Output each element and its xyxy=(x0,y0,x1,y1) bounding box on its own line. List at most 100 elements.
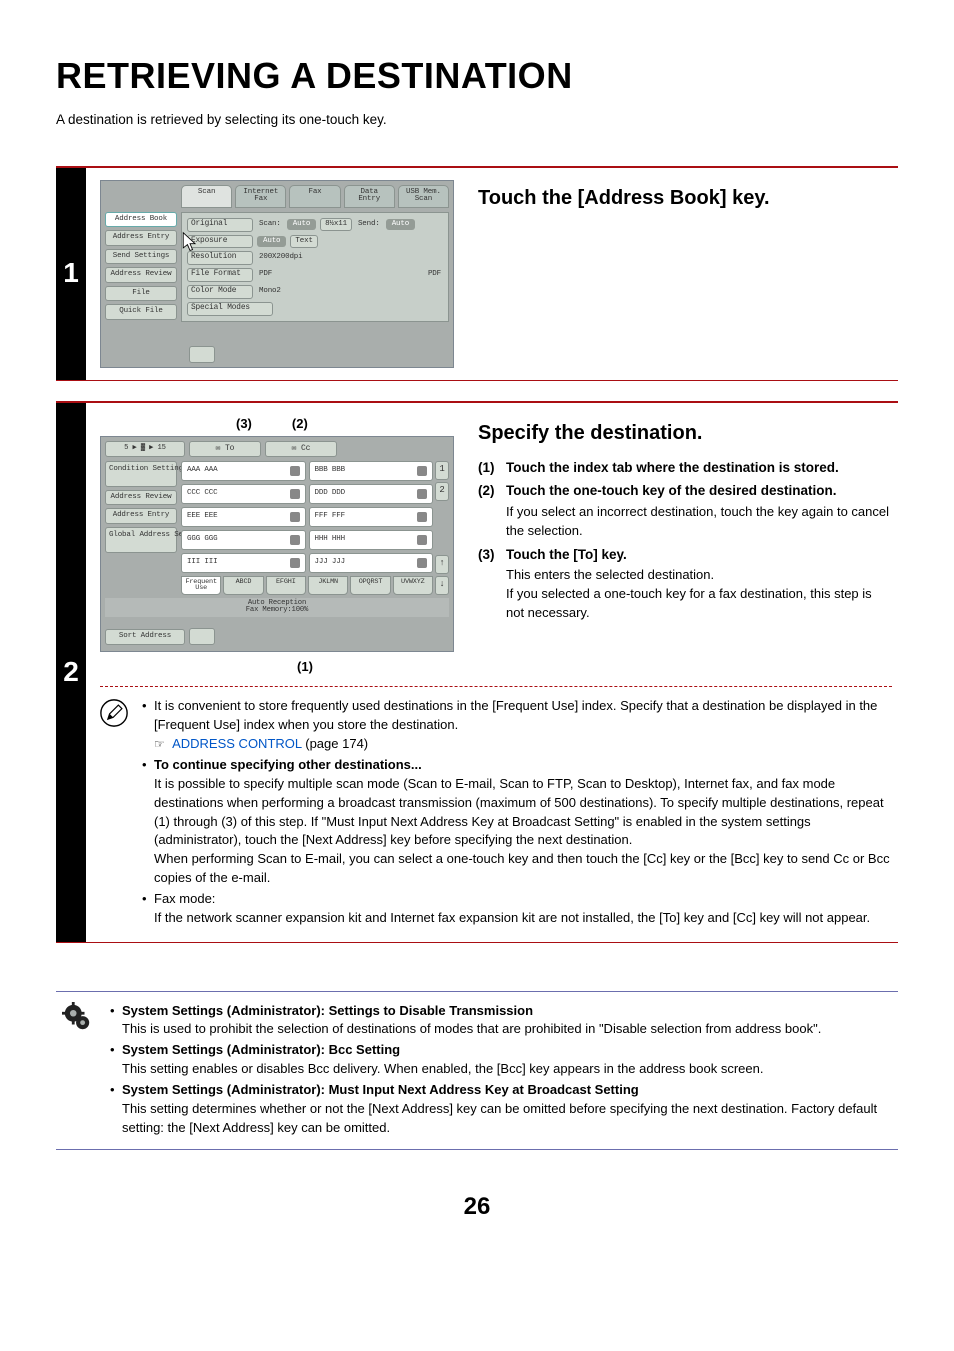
condition-settings-button[interactable]: Condition Settings xyxy=(105,461,177,487)
note-item-frequent: It is convenient to store frequently use… xyxy=(142,697,892,754)
quick-file-button[interactable]: Quick File xyxy=(105,304,177,320)
intro-text: A destination is retrieved by selecting … xyxy=(56,110,898,130)
mode-icon xyxy=(417,512,427,522)
address-entry[interactable]: BBB BBB xyxy=(309,461,434,481)
footnote-item: System Settings (Administrator): Setting… xyxy=(110,1002,898,1040)
cc-button[interactable]: ✉ Cc xyxy=(265,441,337,457)
gear-icon xyxy=(62,1002,92,1032)
instruction-item: (2)Touch the one-touch key of the desire… xyxy=(478,481,892,540)
pencil-icon xyxy=(100,699,128,727)
sort-address-button[interactable]: Sort Address xyxy=(105,629,185,645)
color-mode-label[interactable]: Color Mode xyxy=(187,285,253,299)
special-modes-button[interactable]: Special Modes xyxy=(187,302,273,316)
callout-2: (2) xyxy=(292,415,308,434)
mode-icon xyxy=(290,512,300,522)
cursor-icon xyxy=(181,231,199,253)
index-tab[interactable]: EFGHI xyxy=(266,576,306,596)
address-entry[interactable]: HHH HHH xyxy=(309,530,434,550)
index-tab[interactable]: ABCD xyxy=(223,576,263,596)
step-2-title: Specify the destination. xyxy=(478,419,892,448)
scroll-up-button[interactable]: ↑ xyxy=(435,555,449,574)
step-1-screenshot: Scan Internet Fax Fax Data Entry USB Mem… xyxy=(100,180,454,368)
file-button[interactable]: File xyxy=(105,286,177,302)
tab-scan[interactable]: Scan xyxy=(181,185,232,208)
address-review-button[interactable]: Address Review xyxy=(105,267,177,283)
scroll-down-button[interactable]: ↓ xyxy=(435,576,449,595)
pointer-icon: ☞ xyxy=(154,737,168,751)
address-entry[interactable]: CCC CCC xyxy=(181,484,306,504)
global-search-button[interactable]: Global Address Search xyxy=(105,527,177,553)
index-tab[interactable]: OPQRST xyxy=(350,576,390,596)
resolution-value: 200X200dpi xyxy=(257,252,305,264)
address-entry[interactable]: JJJ JJJ xyxy=(309,553,434,573)
send-settings-button[interactable]: Send Settings xyxy=(105,249,177,265)
page-number: 26 xyxy=(56,1190,898,1225)
footnote-item: System Settings (Administrator): Bcc Set… xyxy=(110,1041,898,1079)
breadcrumb-display: 5 ▶ ▓ ▶ 15 xyxy=(105,441,185,457)
exposure-text-value: Text xyxy=(290,235,317,249)
preview-button-2[interactable] xyxy=(189,628,215,645)
step-2: 2 (3) (2) 5 ▶ ▓ ▶ 15 ✉ To ✉ Cc Condition… xyxy=(56,401,898,943)
mode-icon xyxy=(290,558,300,568)
preview-button[interactable] xyxy=(189,346,215,363)
tab-data-entry[interactable]: Data Entry xyxy=(344,185,395,208)
status-fax-memory: Fax Memory:100% xyxy=(246,606,308,614)
step-2-screenshot: 5 ▶ ▓ ▶ 15 ✉ To ✉ Cc Condition Settings … xyxy=(100,436,454,652)
address-entry[interactable]: AAA AAA xyxy=(181,461,306,481)
address-grid: AAA AAABBB BBBCCC CCCDDD DDDEEE EEEFFF F… xyxy=(181,461,433,573)
scan-label: Scan: xyxy=(257,219,283,231)
page-title: RETRIEVING A DESTINATION xyxy=(56,50,898,102)
link-address-control[interactable]: ADDRESS CONTROL xyxy=(172,736,302,751)
scan-size-value: 8½x11 xyxy=(320,218,352,232)
address-entry-button-2[interactable]: Address Entry xyxy=(105,508,177,524)
mode-icon xyxy=(290,466,300,476)
step-1-title: Touch the [Address Book] key. xyxy=(478,184,892,213)
mode-icon xyxy=(417,466,427,476)
instruction-item: (3)Touch the [To] key.This enters the se… xyxy=(478,545,892,623)
send-auto-value: Auto xyxy=(386,219,415,231)
exposure-auto-value: Auto xyxy=(257,236,286,248)
note-item-continue: To continue specifying other destination… xyxy=(142,756,892,888)
tab-usb[interactable]: USB Mem. Scan xyxy=(398,185,449,208)
mode-icon xyxy=(417,535,427,545)
file-format-right: PDF xyxy=(426,269,443,281)
mode-icon xyxy=(290,489,300,499)
index-tab[interactable]: Frequent Use xyxy=(181,576,221,596)
address-review-button-2[interactable]: Address Review xyxy=(105,490,177,506)
page-num-2: 2 xyxy=(435,482,449,501)
mode-icon xyxy=(290,535,300,545)
note-item-faxmode: Fax mode: If the network scanner expansi… xyxy=(142,890,892,928)
mode-icon xyxy=(417,489,427,499)
link-page: (page 174) xyxy=(302,736,369,751)
tab-fax[interactable]: Fax xyxy=(289,185,340,208)
callout-1: (1) xyxy=(156,658,454,677)
footnote-box: System Settings (Administrator): Setting… xyxy=(56,991,898,1151)
original-label[interactable]: Original xyxy=(187,218,253,232)
instruction-item: (1)Touch the index tab where the destina… xyxy=(478,458,892,478)
file-format-value: PDF xyxy=(257,269,274,281)
step-1: 1 Scan Internet Fax Fax Data Entry USB M… xyxy=(56,166,898,381)
address-entry[interactable]: III III xyxy=(181,553,306,573)
callout-3: (3) xyxy=(236,415,252,434)
step-1-number: 1 xyxy=(56,168,86,380)
to-button[interactable]: ✉ To xyxy=(189,441,261,457)
tab-ifax[interactable]: Internet Fax xyxy=(235,185,286,208)
step-2-number: 2 xyxy=(56,403,86,942)
address-entry[interactable]: DDD DDD xyxy=(309,484,434,504)
scan-auto-value: Auto xyxy=(287,219,316,231)
divider-dashed xyxy=(100,686,892,687)
resolution-label[interactable]: Resolution xyxy=(187,251,253,265)
file-format-label[interactable]: File Format xyxy=(187,268,253,282)
index-tab[interactable]: JKLMN xyxy=(308,576,348,596)
color-mode-value: Mono2 xyxy=(257,286,283,298)
send-label: Send: xyxy=(356,219,382,231)
mode-icon xyxy=(417,558,427,568)
address-entry[interactable]: GGG GGG xyxy=(181,530,306,550)
address-entry[interactable]: FFF FFF xyxy=(309,507,434,527)
index-tab[interactable]: UVWXYZ xyxy=(393,576,433,596)
address-book-button[interactable]: Address Book xyxy=(105,212,177,228)
page-num-1: 1 xyxy=(435,461,449,480)
address-entry[interactable]: EEE EEE xyxy=(181,507,306,527)
footnote-item: System Settings (Administrator): Must In… xyxy=(110,1081,898,1138)
address-entry-button[interactable]: Address Entry xyxy=(105,230,177,246)
